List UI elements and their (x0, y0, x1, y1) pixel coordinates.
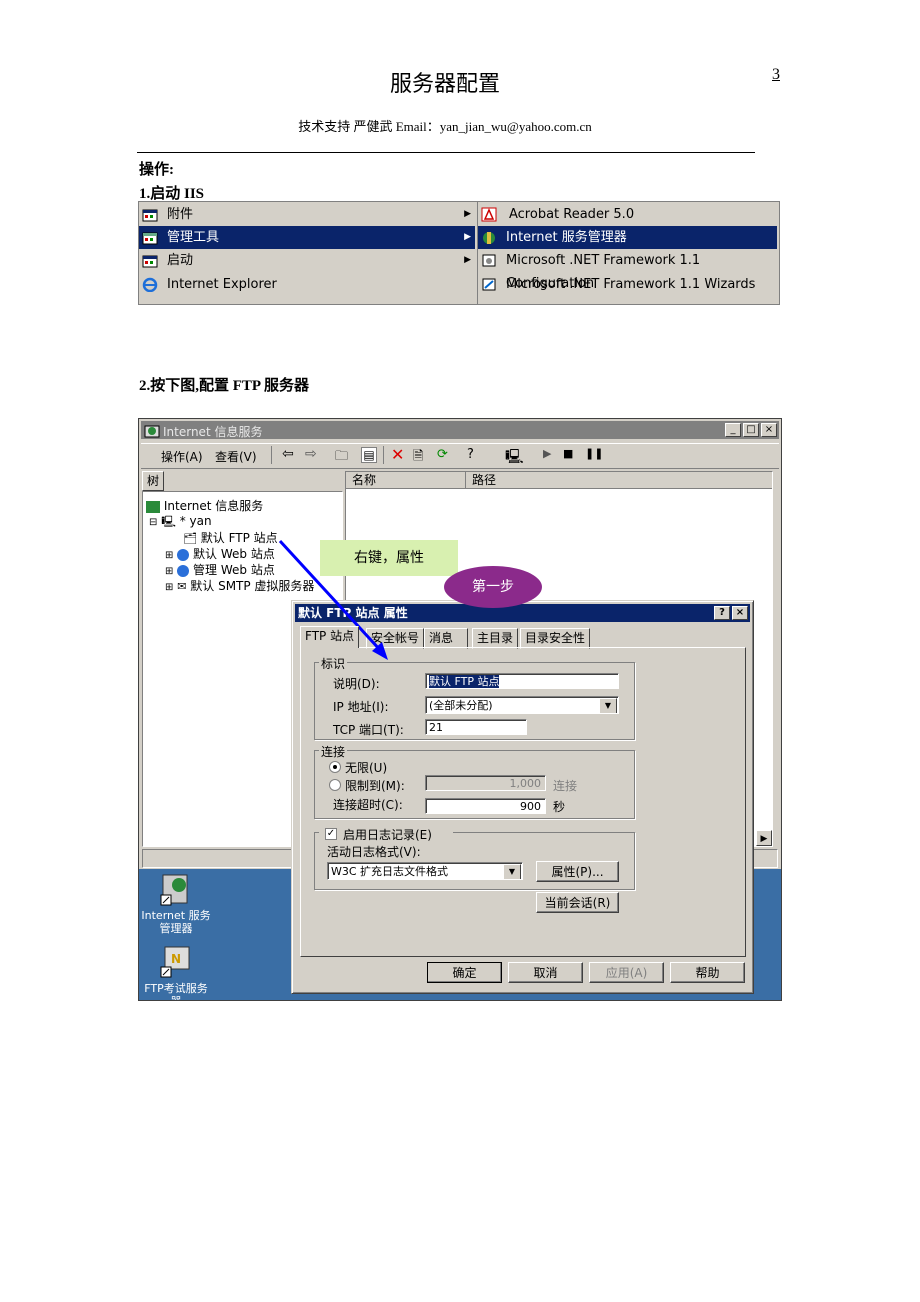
arrow-annotation (278, 539, 388, 660)
tab-ftp-site[interactable]: FTP 站点 (300, 626, 360, 648)
